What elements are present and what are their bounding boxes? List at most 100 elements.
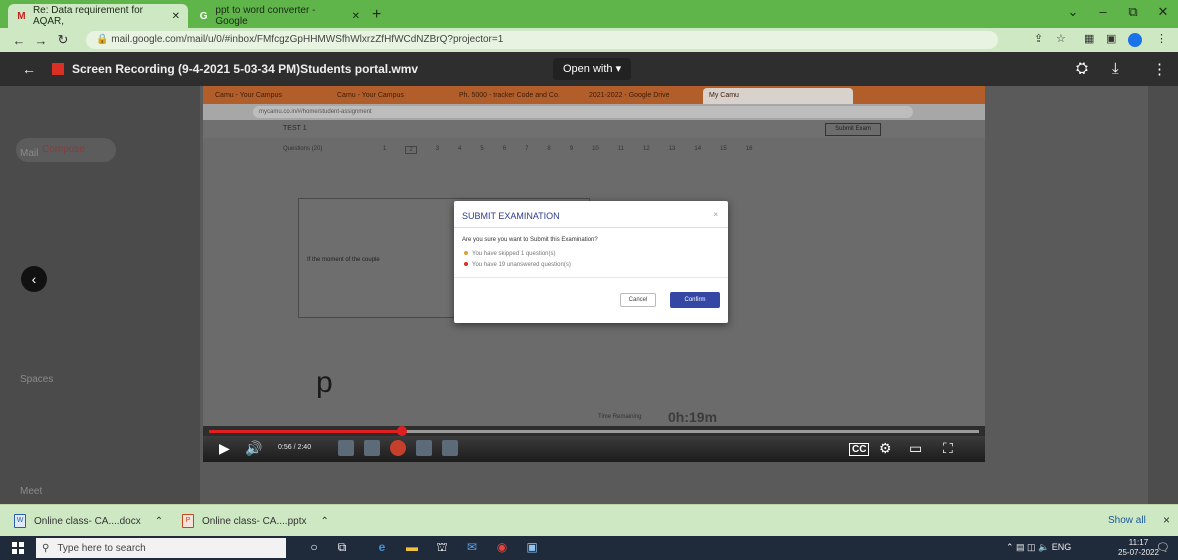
timer-label: Time Remaining: [598, 414, 642, 420]
question-number: 13: [668, 146, 676, 152]
recorded-browser-tabs: Camu - Your Campus Camu - Your Campus Ph…: [203, 86, 985, 104]
chrome-icon[interactable]: ◉: [494, 540, 510, 556]
unanswered-info: You have 19 unanswered question(s): [464, 262, 571, 268]
recorded-app-icon: [364, 440, 380, 456]
recorded-tab: Camu - Your Campus: [337, 92, 404, 99]
question-number-list: 1 2 3 4 5 6 7 8 9 10 11 12 13 14 15 16: [383, 146, 752, 154]
question-number: 8: [547, 146, 551, 152]
question-number: 10: [592, 146, 599, 152]
menu-dots-icon[interactable]: ⋮: [1156, 32, 1167, 45]
minimize-icon[interactable]: –: [1088, 4, 1118, 19]
play-icon[interactable]: ▶: [219, 440, 230, 457]
clock-time: 11:17: [1128, 538, 1149, 547]
profile-avatar[interactable]: [1128, 33, 1142, 47]
unanswered-text: You have 19 unanswered question(s): [472, 262, 571, 268]
volume-icon[interactable]: 🔊: [245, 440, 262, 457]
taskbar-clock[interactable]: 11:17 25-07-2022: [1118, 538, 1159, 558]
show-all-downloads-link[interactable]: Show all: [1108, 515, 1146, 526]
system-tray[interactable]: ⌃ ▤ ◫ 🔈 ENG: [1006, 542, 1071, 553]
video-file-icon: [52, 63, 64, 75]
recorded-taskbar: [338, 440, 503, 458]
recorded-submit-exam-button: Submit Exam: [825, 123, 881, 136]
more-options-icon[interactable]: ⋮: [1152, 60, 1167, 78]
forward-icon[interactable]: →: [30, 33, 52, 48]
window-icon[interactable]: ▣: [1106, 32, 1116, 45]
powerpoint-file-icon: P: [182, 514, 194, 528]
word-file-icon: W: [14, 514, 26, 528]
chevron-up-icon[interactable]: ⌃: [320, 516, 328, 527]
close-download-shelf-icon[interactable]: ×: [1163, 513, 1170, 527]
viewer-title: Screen Recording (9-4-2021 5-03-34 PM)St…: [72, 62, 419, 76]
video-player[interactable]: Camu - Your Campus Camu - Your Campus Ph…: [203, 86, 985, 462]
notification-center-icon[interactable]: 🗨: [1156, 541, 1170, 554]
captions-button[interactable]: CC: [849, 443, 870, 456]
fullscreen-icon[interactable]: ⛶: [943, 440, 953, 457]
file-explorer-icon[interactable]: ▬: [404, 540, 420, 556]
cancel-button: Cancel: [620, 293, 656, 307]
photos-icon[interactable]: ▣: [524, 540, 540, 556]
url-text: mail.google.com/mail/u/0/#inbox/FMfcgzGp…: [111, 34, 504, 45]
recorded-tab: Ph. 5000 - tracker Code and Co.: [459, 92, 560, 99]
close-tab-icon[interactable]: ✕: [352, 11, 360, 22]
sidebar-spaces-label: Spaces: [20, 374, 54, 385]
edge-icon[interactable]: e: [374, 540, 390, 556]
miniplayer-icon[interactable]: ▭: [909, 440, 922, 457]
tab-gmail[interactable]: M Re: Data requirement for AQAR, ✕: [8, 4, 188, 28]
gmail-viewer-overlay: ← Screen Recording (9-4-2021 5-03-34 PM)…: [0, 52, 1178, 504]
windows-taskbar: ⚲ Type here to search ○ ⧉ e ▬ ⛫ ✉ ◉ ▣ ⌃ …: [0, 536, 1178, 560]
new-tab-button[interactable]: +: [372, 6, 381, 24]
tab-search-icon[interactable]: ⌄: [1058, 4, 1088, 20]
add-to-drive-icon[interactable]: ⛭: [1076, 60, 1088, 77]
address-bar[interactable]: 🔒 mail.google.com/mail/u/0/#inbox/FMfcgz…: [86, 31, 998, 49]
download-item-pptx[interactable]: P Online class- CA....pptx ⌃: [182, 512, 329, 530]
question-navigator: Questions (20) 1 2 3 4 5 6 7 8 9 10 11 12 13 14 15 16: [283, 142, 903, 178]
restore-icon[interactable]: ⧉: [1118, 4, 1148, 20]
share-icon[interactable]: ⇪: [1034, 32, 1043, 45]
mail-icon[interactable]: ✉: [464, 540, 480, 556]
search-icon: ⚲: [42, 542, 50, 554]
recorded-app-icon: [338, 440, 354, 456]
windows-start-icon[interactable]: [12, 542, 24, 554]
close-window-icon[interactable]: ✕: [1148, 4, 1178, 20]
download-shelf: W Online class- CA....docx ⌃ P Online cl…: [0, 504, 1178, 536]
settings-gear-icon[interactable]: ⚙: [879, 440, 892, 457]
tab-google-search[interactable]: G ppt to word converter - Google ✕: [190, 4, 368, 28]
search-placeholder: Type here to search: [57, 542, 146, 554]
previous-attachment-button[interactable]: ‹: [21, 266, 47, 292]
video-scrubber-handle[interactable]: [396, 426, 407, 436]
bookmark-star-icon[interactable]: ☆: [1056, 32, 1066, 45]
open-with-button[interactable]: Open with ▾: [553, 58, 632, 80]
download-icon[interactable]: ⤓: [1112, 60, 1119, 77]
question-text: If the moment of the couple: [307, 257, 380, 263]
question-number: 12: [643, 146, 650, 152]
question-number: 2: [405, 146, 417, 154]
video-time: 0:56 / 2:40: [278, 444, 312, 451]
video-progress-bar[interactable]: [209, 426, 979, 436]
submit-examination-dialog: SUBMIT EXAMINATION × Are you sure you wa…: [454, 201, 728, 323]
store-icon[interactable]: ⛫: [434, 540, 450, 556]
reload-icon[interactable]: ↻: [52, 32, 74, 48]
close-viewer-icon[interactable]: ←: [22, 61, 36, 77]
browser-toolbar: ← → ↻ 🔒 mail.google.com/mail/u/0/#inbox/…: [0, 28, 1178, 52]
question-number: 1: [383, 146, 387, 152]
close-tab-icon[interactable]: ✕: [172, 11, 180, 22]
viewer-header: ← Screen Recording (9-4-2021 5-03-34 PM)…: [0, 52, 1178, 86]
skipped-info: You have skipped 1 question(s): [464, 251, 556, 257]
taskbar-search-input[interactable]: ⚲ Type here to search: [36, 538, 286, 558]
video-controls: ▶ 🔊 0:56 / 2:40 CC ⚙ ▭ ⛶: [203, 436, 985, 462]
cortana-icon[interactable]: ○: [306, 540, 322, 556]
divider: [454, 277, 728, 278]
confirm-button: Confirm: [670, 292, 720, 308]
recorded-app-icon: [442, 440, 458, 456]
task-view-icon[interactable]: ⧉: [334, 540, 350, 556]
question-number: 14: [694, 146, 702, 152]
clock-date: 25-07-2022: [1118, 548, 1159, 557]
question-number: 7: [525, 146, 529, 152]
chevron-up-icon[interactable]: ⌃: [155, 516, 163, 527]
back-icon[interactable]: ←: [8, 33, 30, 48]
download-item-docx[interactable]: W Online class- CA....docx ⌃: [14, 512, 163, 530]
warning-dot-icon: [464, 251, 468, 256]
extension-icon[interactable]: ▦: [1084, 32, 1094, 45]
google-icon: G: [199, 10, 208, 22]
question-number: 4: [458, 146, 462, 152]
